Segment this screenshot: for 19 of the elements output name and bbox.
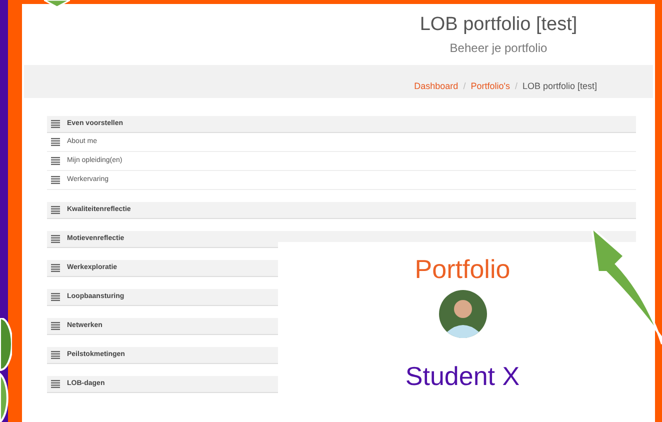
list-icon [51, 138, 60, 146]
list-icon [51, 235, 60, 243]
page-title: LOB portfolio [test] [420, 13, 578, 37]
list-icon [51, 157, 60, 165]
list-icon [51, 293, 60, 301]
page-subtitle: Beheer je portfolio [450, 40, 548, 56]
breadcrumb-separator: / [514, 80, 518, 93]
list-icon [51, 380, 60, 388]
list-icon [51, 206, 60, 214]
list-icon [51, 351, 60, 359]
avatar [438, 290, 486, 338]
student-name: Student X [405, 360, 520, 392]
breadcrumb-current: LOB portfolio [test] [522, 80, 597, 93]
breadcrumb-separator: / [463, 80, 466, 93]
card-title: Portfolio [414, 253, 510, 285]
list-icon [51, 120, 60, 128]
list-icon [51, 264, 60, 272]
list-icon [51, 176, 60, 184]
list-icon [51, 322, 60, 330]
